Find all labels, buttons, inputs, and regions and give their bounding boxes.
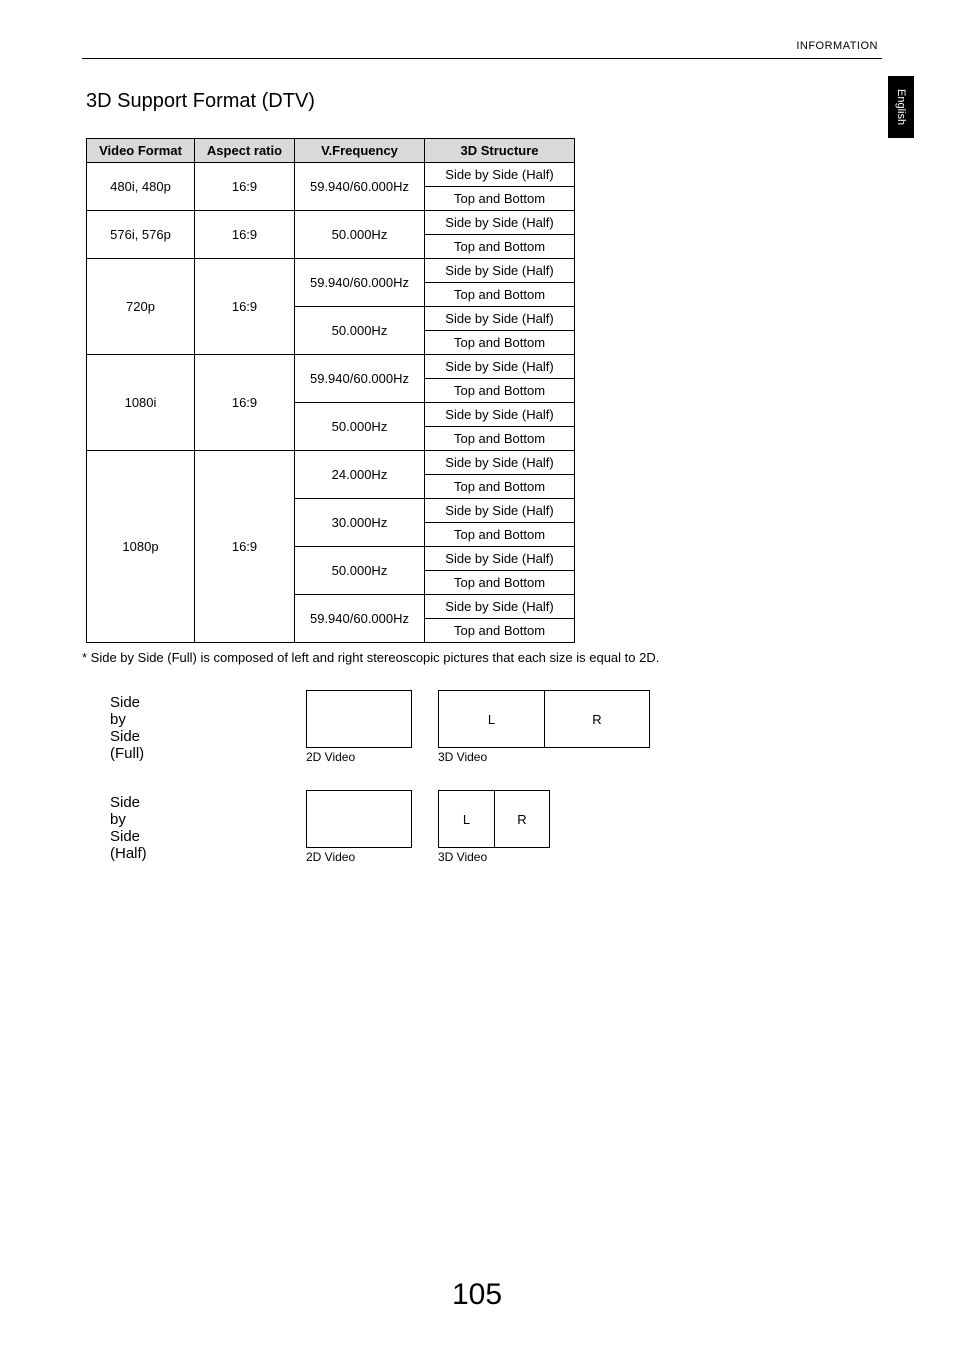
cell-structure: Top and Bottom xyxy=(425,283,575,307)
cell-structure: Side by Side (Half) xyxy=(425,595,575,619)
table-row: 480i, 480p16:959.940/60.000HzSide by Sid… xyxy=(87,163,575,187)
table-row: 720p16:959.940/60.000HzSide by Side (Hal… xyxy=(87,259,575,283)
diagram-full-2d: 2D Video xyxy=(306,690,412,764)
table-header: Video Format xyxy=(87,139,195,163)
cell-structure: Top and Bottom xyxy=(425,187,575,211)
cell-structure: Top and Bottom xyxy=(425,379,575,403)
cell-frequency: 50.000Hz xyxy=(295,547,425,595)
language-tab: English xyxy=(888,76,914,138)
cell-structure: Top and Bottom xyxy=(425,331,575,355)
cell-aspect: 16:9 xyxy=(195,259,295,355)
cell-aspect: 16:9 xyxy=(195,163,295,211)
table-row: 1080i16:959.940/60.000HzSide by Side (Ha… xyxy=(87,355,575,379)
cell-frequency: 50.000Hz xyxy=(295,403,425,451)
cell-frequency: 59.940/60.000Hz xyxy=(295,355,425,403)
cell-format: 480i, 480p xyxy=(87,163,195,211)
cell-frequency: 59.940/60.000Hz xyxy=(295,595,425,643)
table-row: 576i, 576p16:950.000HzSide by Side (Half… xyxy=(87,211,575,235)
cell-structure: Top and Bottom xyxy=(425,571,575,595)
diagram-half-2d: 2D Video xyxy=(306,790,412,864)
diagram-half-3d: L R 3D Video xyxy=(438,790,550,864)
caption-3d: 3D Video xyxy=(438,750,650,764)
table-header: 3D Structure xyxy=(425,139,575,163)
table-header: V.Frequency xyxy=(295,139,425,163)
cell-structure: Top and Bottom xyxy=(425,235,575,259)
cell-structure: Top and Bottom xyxy=(425,475,575,499)
cell-structure: Top and Bottom xyxy=(425,523,575,547)
page-number: 105 xyxy=(0,1278,954,1312)
cell-structure: Side by Side (Half) xyxy=(425,499,575,523)
cell-aspect: 16:9 xyxy=(195,211,295,259)
table-row: 1080p16:924.000HzSide by Side (Half) xyxy=(87,451,575,475)
cell-format: 1080p xyxy=(87,451,195,643)
cell-structure: Top and Bottom xyxy=(425,427,575,451)
cell-frequency: 50.000Hz xyxy=(295,211,425,259)
box-r: R xyxy=(544,690,650,748)
cell-structure: Side by Side (Half) xyxy=(425,451,575,475)
diagram-half-title: Side by Side (Half) xyxy=(110,794,147,862)
cell-structure: Side by Side (Half) xyxy=(425,163,575,187)
box-l: L xyxy=(438,690,544,748)
cell-structure: Side by Side (Half) xyxy=(425,211,575,235)
cell-format: 576i, 576p xyxy=(87,211,195,259)
cell-frequency: 24.000Hz xyxy=(295,451,425,499)
footnote: * Side by Side (Full) is composed of lef… xyxy=(82,650,659,665)
cell-format: 1080i xyxy=(87,355,195,451)
cell-structure: Side by Side (Half) xyxy=(425,307,575,331)
cell-frequency: 30.000Hz xyxy=(295,499,425,547)
cell-frequency: 59.940/60.000Hz xyxy=(295,259,425,307)
header-rule xyxy=(82,58,882,59)
cell-aspect: 16:9 xyxy=(195,451,295,643)
cell-frequency: 59.940/60.000Hz xyxy=(295,163,425,211)
cell-structure: Side by Side (Half) xyxy=(425,547,575,571)
header-section: INFORMATION xyxy=(796,40,878,52)
box-l: L xyxy=(438,790,494,848)
diagram-full-3d: L R 3D Video xyxy=(438,690,650,764)
format-table: Video FormatAspect ratioV.Frequency3D St… xyxy=(86,138,575,643)
cell-structure: Side by Side (Half) xyxy=(425,403,575,427)
caption-2d: 2D Video xyxy=(306,850,412,864)
diagram-full-title: Side by Side (Full) xyxy=(110,694,144,762)
page-title: 3D Support Format (DTV) xyxy=(86,90,315,113)
box-2d xyxy=(306,690,412,748)
cell-structure: Side by Side (Half) xyxy=(425,259,575,283)
cell-structure: Side by Side (Half) xyxy=(425,355,575,379)
cell-format: 720p xyxy=(87,259,195,355)
table-header: Aspect ratio xyxy=(195,139,295,163)
box-r: R xyxy=(494,790,550,848)
caption-3d: 3D Video xyxy=(438,850,550,864)
language-label: English xyxy=(895,89,907,125)
cell-aspect: 16:9 xyxy=(195,355,295,451)
cell-frequency: 50.000Hz xyxy=(295,307,425,355)
box-2d xyxy=(306,790,412,848)
caption-2d: 2D Video xyxy=(306,750,412,764)
format-table-wrap: Video FormatAspect ratioV.Frequency3D St… xyxy=(86,138,575,643)
cell-structure: Top and Bottom xyxy=(425,619,575,643)
